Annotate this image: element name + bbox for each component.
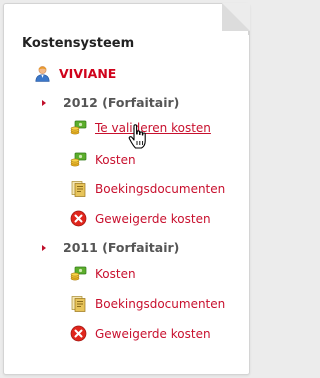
menu-item-kosten-2011[interactable]: Kosten	[70, 265, 136, 282]
menu-item-label: Kosten	[95, 266, 136, 281]
menu-item-label: Boekingsdocumenten	[95, 296, 226, 311]
money-icon	[70, 120, 87, 135]
menu-item-geweigerde-kosten-2011[interactable]: Geweigerde kosten	[70, 325, 211, 342]
menu-item-label: Boekingsdocumenten	[95, 181, 226, 196]
documents-icon	[71, 296, 86, 312]
menu-item-te-valideren-kosten[interactable]: Te valideren kosten	[70, 119, 211, 136]
year-2011-toggle[interactable]: 2011 (Forfaitair)	[42, 240, 179, 255]
year-2012-toggle[interactable]: 2012 (Forfaitair)	[42, 95, 179, 110]
menu-item-boekingsdocumenten-2012[interactable]: Boekingsdocumenten	[70, 180, 225, 197]
panel-title: Kostensysteem	[22, 36, 135, 51]
menu-item-label: Kosten	[95, 152, 136, 167]
documents-icon	[71, 181, 86, 197]
page-corner-fold	[222, 3, 250, 31]
user-entry[interactable]: VIVIANE	[34, 65, 116, 82]
year-label: 2011 (Forfaitair)	[63, 240, 180, 255]
menu-item-boekingsdocumenten-2011[interactable]: Boekingsdocumenten	[70, 295, 225, 312]
menu-item-geweigerde-kosten-2012[interactable]: Geweigerde kosten	[70, 210, 211, 227]
menu-item-kosten-2012[interactable]: Kosten	[70, 151, 136, 168]
user-icon	[35, 66, 50, 82]
expand-arrow-icon	[42, 244, 46, 251]
year-label: 2012 (Forfaitair)	[63, 95, 180, 110]
kostensysteem-panel: Kostensysteem VIVIANE 2012 (Forfaitair) …	[3, 3, 250, 375]
reject-icon	[70, 325, 87, 342]
user-name: VIVIANE	[59, 66, 117, 81]
menu-item-label: Geweigerde kosten	[95, 211, 211, 226]
money-icon	[70, 266, 87, 281]
reject-icon	[70, 210, 87, 227]
menu-item-label: Geweigerde kosten	[95, 326, 211, 341]
menu-item-label: Te valideren kosten	[95, 120, 211, 135]
expand-arrow-icon	[42, 99, 46, 106]
money-icon	[70, 152, 87, 167]
